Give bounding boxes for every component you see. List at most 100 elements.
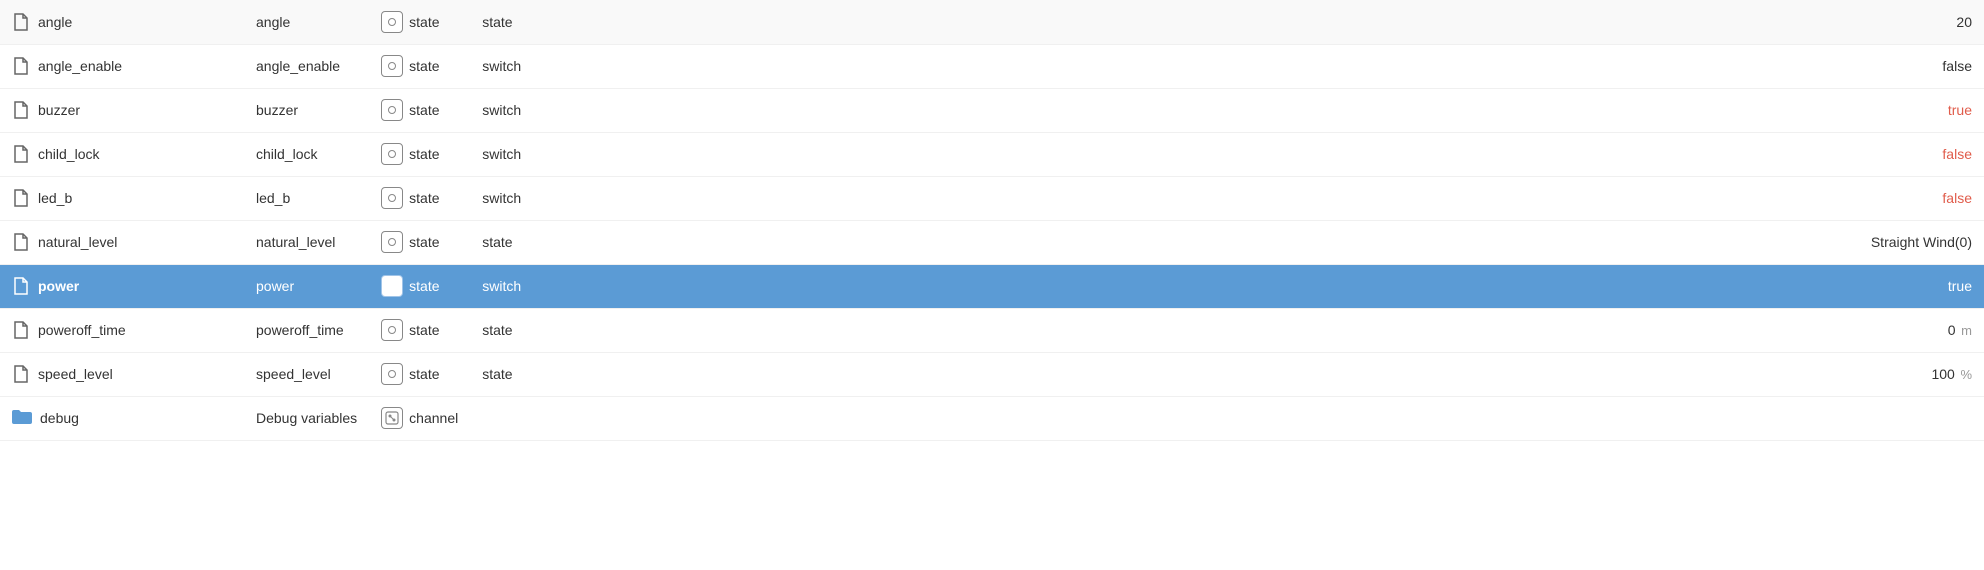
value-text-child_lock: false xyxy=(1942,146,1972,162)
spacer-cell-debug xyxy=(533,396,1859,440)
table-row-angle_enable[interactable]: angle_enable angle_enable state switch false xyxy=(0,44,1984,88)
spacer-cell-angle xyxy=(533,0,1859,44)
attribute-cell-led_b: led_b xyxy=(244,176,369,220)
value-unit-speed_level: % xyxy=(1957,367,1972,382)
attribute-cell-angle_enable: angle_enable xyxy=(244,44,369,88)
subtype-cell-speed_level: state xyxy=(470,352,533,396)
type-cell-poweroff_time: state xyxy=(369,308,470,352)
value-cell-angle: 20 xyxy=(1859,0,1984,44)
value-text-buzzer: true xyxy=(1948,102,1972,118)
spacer-cell-child_lock xyxy=(533,132,1859,176)
table-row-poweroff_time[interactable]: poweroff_timepoweroff_timestatestate0 m xyxy=(0,308,1984,352)
table-row-buzzer[interactable]: buzzer buzzer state switch true xyxy=(0,88,1984,132)
file-icon xyxy=(12,145,30,163)
value-text-angle_enable: false xyxy=(1942,58,1972,74)
type-text-poweroff_time: state xyxy=(409,322,439,338)
subtype-cell-debug xyxy=(470,396,533,440)
row-name-text-speed_level: speed_level xyxy=(38,366,113,382)
value-cell-power: true xyxy=(1859,264,1984,308)
subtype-cell-child_lock: switch xyxy=(470,132,533,176)
value-text-led_b: false xyxy=(1942,190,1972,206)
name-cell-angle: angle xyxy=(0,0,244,44)
value-cell-led_b: false xyxy=(1859,176,1984,220)
type-text-led_b: state xyxy=(409,190,439,206)
file-icon xyxy=(12,101,30,119)
table-row-child_lock[interactable]: child_lock child_lock state switch false xyxy=(0,132,1984,176)
file-icon xyxy=(12,189,30,207)
name-cell-speed_level: speed_level xyxy=(0,352,244,396)
type-cell-speed_level: state xyxy=(369,352,470,396)
spacer-cell-led_b xyxy=(533,176,1859,220)
type-text-angle_enable: state xyxy=(409,58,439,74)
subtype-cell-angle_enable: switch xyxy=(470,44,533,88)
subtype-cell-buzzer: switch xyxy=(470,88,533,132)
value-text-natural_level: Straight Wind(0) xyxy=(1871,234,1972,250)
type-cell-power: state xyxy=(369,264,470,308)
attribute-cell-angle: angle xyxy=(244,0,369,44)
attribute-cell-buzzer: buzzer xyxy=(244,88,369,132)
type-text-power: state xyxy=(409,278,439,294)
name-cell-led_b: led_b xyxy=(0,176,244,220)
spacer-cell-poweroff_time xyxy=(533,308,1859,352)
table-row-power[interactable]: power power state switch true xyxy=(0,264,1984,308)
row-name-text-natural_level: natural_level xyxy=(38,234,117,250)
file-icon xyxy=(12,13,30,31)
type-cell-angle_enable: state xyxy=(369,44,470,88)
spacer-cell-speed_level xyxy=(533,352,1859,396)
attribute-cell-poweroff_time: poweroff_time xyxy=(244,308,369,352)
attribute-cell-debug: Debug variables xyxy=(244,396,369,440)
value-cell-poweroff_time: 0 m xyxy=(1859,308,1984,352)
row-name-text-debug: debug xyxy=(40,410,79,426)
file-icon xyxy=(12,365,30,383)
file-icon xyxy=(12,277,30,295)
value-cell-angle_enable: false xyxy=(1859,44,1984,88)
name-cell-child_lock: child_lock xyxy=(0,132,244,176)
type-text-debug: channel xyxy=(409,410,458,426)
table-row-speed_level[interactable]: speed_levelspeed_levelstatestate100 % xyxy=(0,352,1984,396)
attribute-cell-child_lock: child_lock xyxy=(244,132,369,176)
row-name-text-power: power xyxy=(38,278,79,294)
spacer-cell-angle_enable xyxy=(533,44,1859,88)
row-name-text-child_lock: child_lock xyxy=(38,146,99,162)
name-cell-debug: debug xyxy=(0,396,244,440)
value-unit-poweroff_time: m xyxy=(1958,323,1972,338)
property-table: angleanglestatestate20 angle_enableangle… xyxy=(0,0,1984,570)
value-text-poweroff_time: 0 xyxy=(1948,322,1956,338)
subtype-cell-angle: state xyxy=(470,0,533,44)
subtype-cell-power: switch xyxy=(470,264,533,308)
type-cell-debug: channel xyxy=(369,396,470,440)
type-text-child_lock: state xyxy=(409,146,439,162)
value-cell-child_lock: false xyxy=(1859,132,1984,176)
value-cell-speed_level: 100 % xyxy=(1859,352,1984,396)
row-name-text-buzzer: buzzer xyxy=(38,102,80,118)
type-text-buzzer: state xyxy=(409,102,439,118)
type-cell-angle: state xyxy=(369,0,470,44)
table-row-led_b[interactable]: led_b led_b state switch false xyxy=(0,176,1984,220)
type-cell-child_lock: state xyxy=(369,132,470,176)
file-icon xyxy=(12,57,30,75)
table-row-debug[interactable]: debug Debug variables channel xyxy=(0,396,1984,440)
name-cell-angle_enable: angle_enable xyxy=(0,44,244,88)
value-text-angle: 20 xyxy=(1956,14,1972,30)
value-cell-buzzer: true xyxy=(1859,88,1984,132)
attribute-cell-speed_level: speed_level xyxy=(244,352,369,396)
data-table: angleanglestatestate20 angle_enableangle… xyxy=(0,0,1984,441)
value-cell-natural_level: Straight Wind(0) xyxy=(1859,220,1984,264)
type-cell-natural_level: state xyxy=(369,220,470,264)
attribute-cell-power: power xyxy=(244,264,369,308)
row-name-text-angle_enable: angle_enable xyxy=(38,58,122,74)
subtype-cell-led_b: switch xyxy=(470,176,533,220)
table-row-natural_level[interactable]: natural_levelnatural_levelstatestateStra… xyxy=(0,220,1984,264)
value-cell-debug xyxy=(1859,396,1984,440)
spacer-cell-natural_level xyxy=(533,220,1859,264)
name-cell-natural_level: natural_level xyxy=(0,220,244,264)
subtype-cell-natural_level: state xyxy=(470,220,533,264)
name-cell-power: power xyxy=(0,264,244,308)
value-text-power: true xyxy=(1948,278,1972,294)
row-name-text-led_b: led_b xyxy=(38,190,72,206)
type-text-natural_level: state xyxy=(409,234,439,250)
table-row-angle[interactable]: angleanglestatestate20 xyxy=(0,0,1984,44)
type-cell-led_b: state xyxy=(369,176,470,220)
folder-icon xyxy=(12,409,32,427)
value-text-speed_level: 100 xyxy=(1931,366,1954,382)
